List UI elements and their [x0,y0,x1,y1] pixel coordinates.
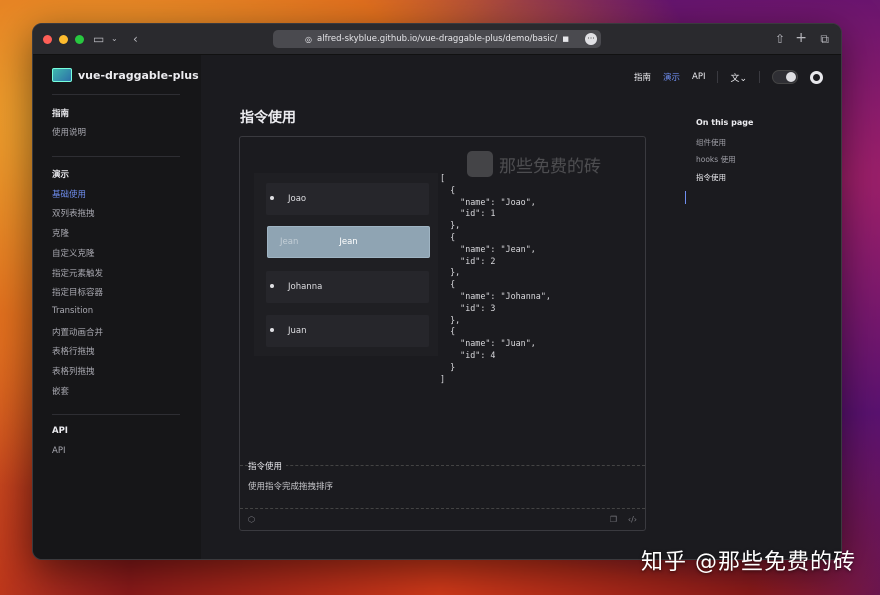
json-line: "name": "Jean", [440,243,536,254]
json-line: { [440,279,456,290]
lock-icon: ■ [562,35,569,43]
page-title: 指令使用 [240,110,296,126]
demo-caption: 指令使用 使用指令完成拖拽排序 [240,460,645,510]
sidebar-item-api[interactable]: API [52,446,65,456]
divider [717,71,719,83]
bullet-icon [270,196,274,200]
zoom-window-button[interactable] [75,34,84,44]
list-item[interactable]: Johanna [266,271,429,303]
bullet-icon [270,284,274,288]
json-line: "name": "Johanna", [440,290,551,301]
sidebar-item-target[interactable]: 指定目标容器 [52,286,103,298]
code-icon[interactable]: ‹/› [628,515,637,524]
divider [759,71,760,83]
toc-item[interactable]: 组件使用 [696,137,726,148]
nav-api[interactable]: API [692,72,705,82]
json-line: ] [440,373,446,384]
nav-demo[interactable]: 演示 [663,71,680,83]
json-line: "id": 4 [440,349,496,360]
json-line: "id": 1 [440,208,496,219]
github-icon[interactable] [810,70,823,84]
sidebar: vue-draggable-plus 指南 使用说明 演示 基础使用 双列表拖拽… [33,55,201,559]
json-line: "id": 3 [440,302,496,313]
sidebar-toggle-icon[interactable]: ▭ [93,32,104,46]
share-icon[interactable]: ⇧ [775,32,785,46]
dragging-item[interactable]: Jean Jean [267,226,430,258]
json-line: { [440,231,456,242]
close-window-button[interactable] [43,34,52,44]
json-line: "id": 2 [440,255,496,266]
site-logo[interactable]: vue-draggable-plus [52,68,199,82]
playground-icon[interactable]: ⬡ [248,515,255,524]
sidebar-item-basic[interactable]: 基础使用 [52,188,86,200]
item-name: Juan [288,326,307,336]
sidebar-item-clone[interactable]: 克隆 [52,227,69,239]
section-title-guide: 指南 [52,109,70,119]
draggable-list: Joao Jean Jean Johanna Juan [254,173,438,356]
copy-icon[interactable]: ❐ [610,515,617,524]
list-item[interactable]: Juan [266,315,429,347]
json-line: }, [440,220,461,231]
dragging-item-label: Jean [339,237,358,247]
toc-item[interactable]: hooks 使用 [696,154,736,165]
item-name: Joao [288,194,307,204]
json-line: { [440,184,456,195]
sidebar-item-usage[interactable]: 使用说明 [52,126,86,138]
browser-window: ▭ ⌄ ‹ ◎ alfred-skyblue.github.io/vue-dra… [32,23,842,560]
dark-mode-toggle[interactable] [772,70,798,84]
translate-icon[interactable]: 文⌄ [730,71,747,84]
url-text: alfred-skyblue.github.io/vue-draggable-p… [317,34,558,44]
site-name: vue-draggable-plus [78,68,199,82]
toc-title: On this page [696,118,754,127]
toc-active-marker [685,191,686,204]
caption-description: 使用指令完成拖拽排序 [248,482,334,492]
json-line: { [440,326,456,337]
divider [52,414,180,415]
json-line: } [440,361,456,372]
sidebar-item-table-column[interactable]: 表格列拖拽 [52,365,95,377]
section-title-demo: 演示 [52,170,70,180]
demo-footer: ⬡ ❐ ‹/› [240,508,645,530]
chevron-down-icon[interactable]: ⌄ [111,34,118,43]
sidebar-item-transition[interactable]: Transition [52,306,93,316]
json-line: "name": "Juan", [440,338,536,349]
nav-guide[interactable]: 指南 [634,71,651,83]
list-item[interactable]: Joao [266,183,429,215]
json-line: }, [440,314,461,325]
address-bar[interactable]: ◎ alfred-skyblue.github.io/vue-draggable… [273,30,601,48]
toc-item-active[interactable]: 指令使用 [696,172,726,183]
bullet-icon [270,328,274,332]
sidebar-item-handle[interactable]: 指定元素触发 [52,267,103,279]
sidebar-item-animation[interactable]: 内置动画合并 [52,326,103,338]
logo-icon [52,68,72,82]
divider [52,156,180,157]
sidebar-item-custom-clone[interactable]: 自定义克隆 [52,247,95,259]
new-tab-icon[interactable]: + [795,30,807,46]
globe-icon: ◎ [305,34,313,44]
item-name: Johanna [288,282,323,292]
title-bar: ▭ ⌄ ‹ ◎ alfred-skyblue.github.io/vue-dra… [33,24,841,55]
top-nav: 指南 演示 API 文⌄ [201,55,841,99]
sidebar-item-nested[interactable]: 嵌套 [52,385,69,397]
sidebar-item-table-row[interactable]: 表格行拖拽 [52,345,95,357]
minimize-window-button[interactable] [59,34,68,44]
back-icon[interactable]: ‹ [133,32,138,46]
sidebar-item-two-lists[interactable]: 双列表拖拽 [52,207,95,219]
window-controls [43,34,84,44]
json-line: [ [440,173,446,183]
json-line: }, [440,267,461,278]
tabs-overview-icon[interactable]: ⧉ [820,32,829,47]
json-line: "name": "Joao", [440,196,536,207]
more-icon[interactable]: ··· [585,33,597,45]
demo-block: 那些免费的砖 Joao Jean Jean Johanna Juan [{"… [239,136,646,531]
ghost-item-name: Jean [280,237,299,247]
json-output: [ { "name": "Joao", "id": 1 }, { "name":… [440,173,551,385]
divider [52,94,180,95]
main-content: 指南 演示 API 文⌄ 指令使用 那些免费的砖 Joao Jean Jean … [201,55,841,559]
zhihu-watermark: 知乎 @那些免费的砖 [641,550,856,575]
section-title-api: API [52,426,68,436]
caption-title: 指令使用 [248,460,287,472]
